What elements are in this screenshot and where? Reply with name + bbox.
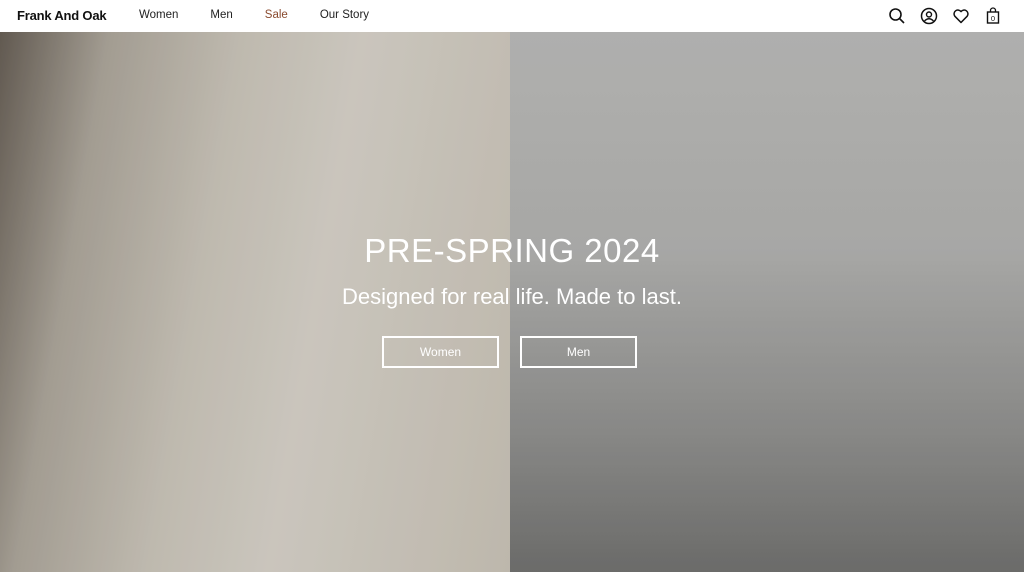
nav-item-sale[interactable]: Sale <box>265 9 288 21</box>
nav-item-women[interactable]: Women <box>139 9 178 21</box>
shop-men-button[interactable]: Men <box>520 336 637 368</box>
main-nav: Women Men Sale Our Story <box>139 9 401 21</box>
hero-title: PRE-SPRING 2024 <box>364 232 660 269</box>
cart-count: 0 <box>991 14 995 23</box>
header-icons: 0 <box>888 7 1002 25</box>
hero-banner: PRE-SPRING 2024 Designed for real life. … <box>0 32 1024 572</box>
hero-buttons: Women Men <box>382 336 637 368</box>
nav-item-men[interactable]: Men <box>210 9 232 21</box>
hero-subtitle: Designed for real life. Made to last. <box>342 284 682 309</box>
hero-text: PRE-SPRING 2024 Designed for real life. … <box>0 232 1024 310</box>
search-icon[interactable] <box>888 7 906 25</box>
account-icon[interactable] <box>920 7 938 25</box>
nav-item-our-story[interactable]: Our Story <box>320 9 369 21</box>
site-header: Frank And Oak Women Men Sale Our Story 0 <box>0 0 1024 32</box>
cart-icon[interactable]: 0 <box>984 7 1002 25</box>
brand-logo[interactable]: Frank And Oak <box>17 8 107 23</box>
heart-icon[interactable] <box>952 7 970 25</box>
shop-women-button[interactable]: Women <box>382 336 499 368</box>
